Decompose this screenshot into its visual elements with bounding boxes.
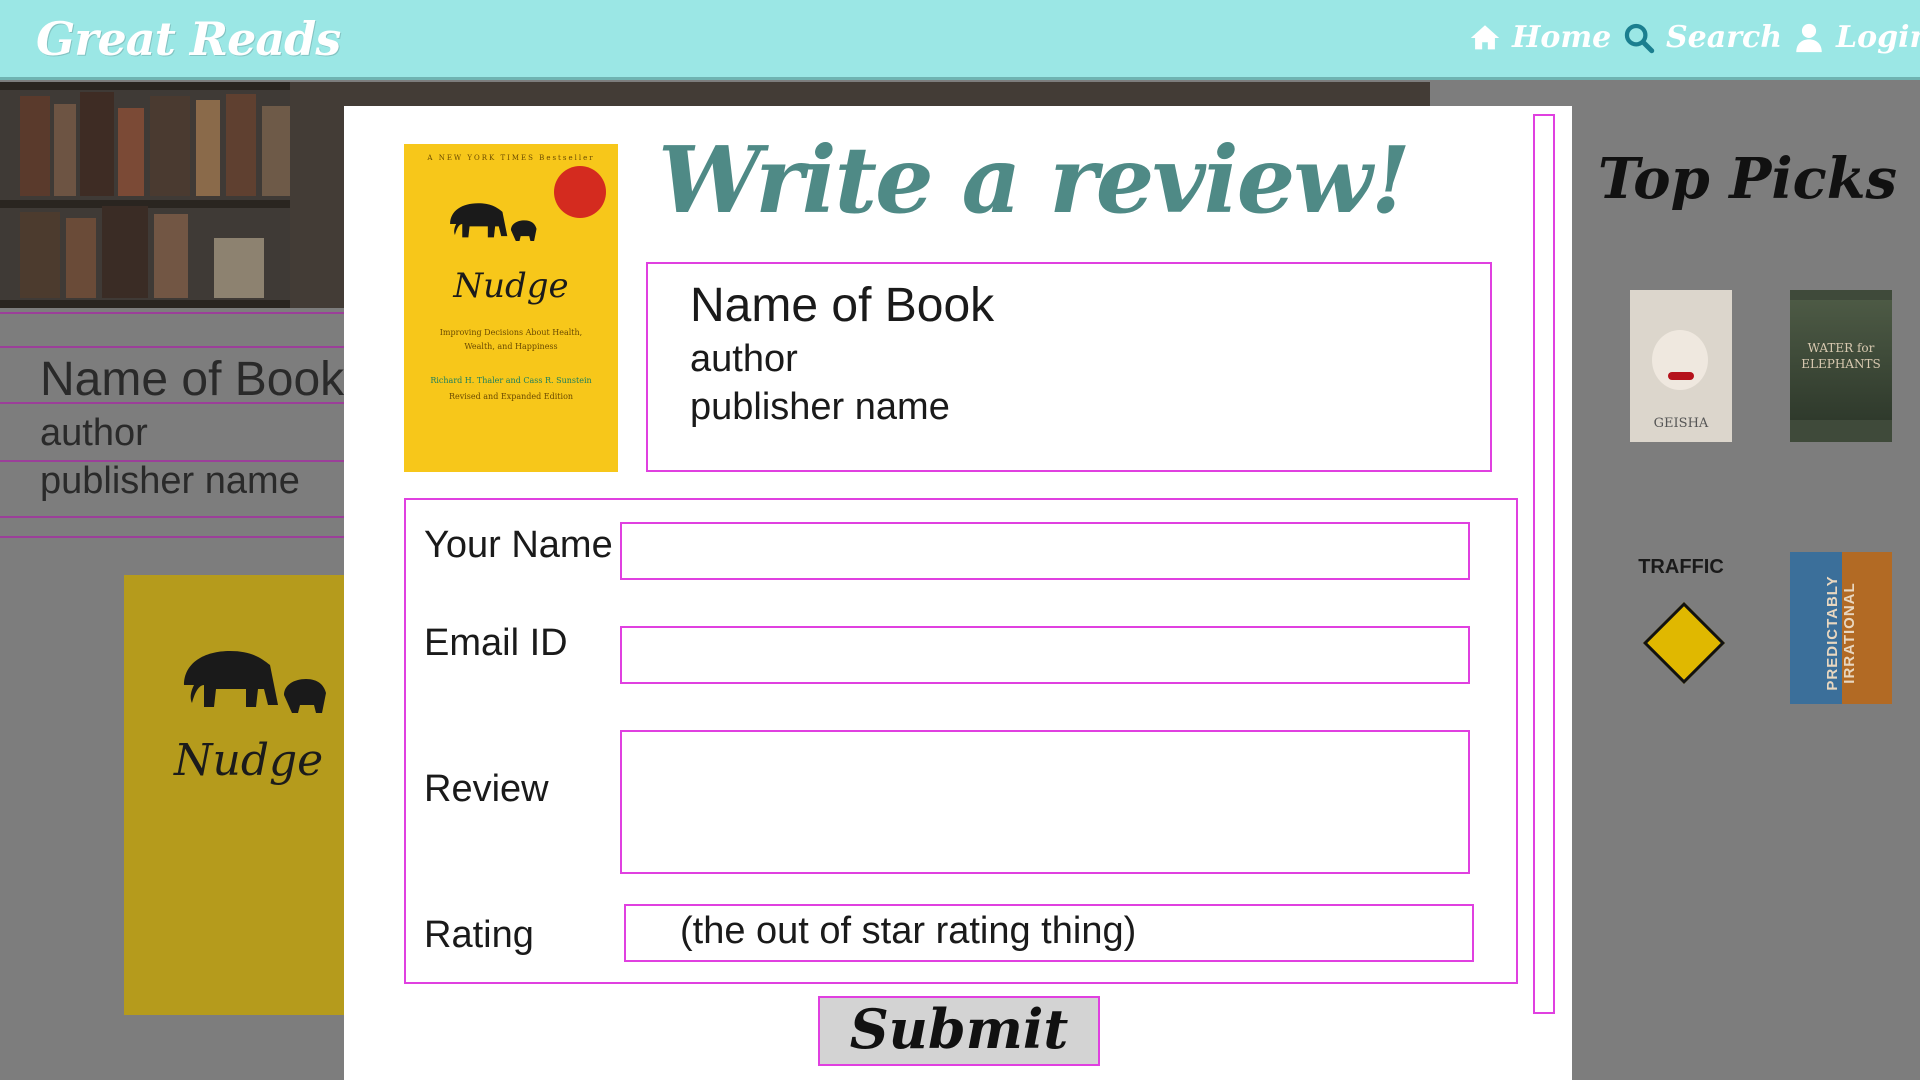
modal-book-info: Name of Book author publisher name (646, 262, 1492, 472)
modal-book-publisher: publisher name (690, 386, 950, 428)
review-form: Your Name Email ID Review Rating (the ou… (404, 498, 1518, 984)
cover-edition: Revised and Expanded Edition (448, 392, 574, 401)
top-navigation-bar: Great Reads Home Search Login (0, 0, 1920, 80)
book-name: Name of Book (40, 353, 345, 406)
modal-book-author: author (690, 338, 798, 380)
book-author: author (40, 412, 148, 454)
brand-logo[interactable]: Great Reads (36, 12, 341, 66)
book-publisher: publisher name (40, 460, 300, 502)
cover-subtitle: Improving Decisions About Health, Wealth… (439, 328, 583, 351)
nav-search-label: Search (1666, 20, 1783, 55)
top-pick-4-title: PREDICTABLY IRRATIONAL (1824, 575, 1858, 691)
email-id-label: Email ID (424, 622, 568, 664)
your-name-label: Your Name (424, 524, 613, 566)
email-id-input[interactable] (620, 626, 1470, 684)
modal-heading: Write a review! (658, 126, 1411, 234)
search-icon (1624, 23, 1655, 53)
home-icon (1470, 24, 1500, 49)
bg-cover-title: Nudge (174, 735, 324, 786)
modal-book-cover: A NEW YORK TIMES Bestseller Nudge Improv… (404, 144, 618, 472)
top-pick-2-title: WATER for ELEPHANTS (1801, 341, 1881, 371)
cover-authors: Richard H. Thaler and Cass R. Sunstein (430, 376, 592, 385)
nav-search-link[interactable]: Search (1622, 20, 1782, 55)
review-modal: A NEW YORK TIMES Bestseller Nudge Improv… (344, 106, 1572, 1080)
top-pick-book-3[interactable]: TRAFFIC (1630, 552, 1732, 704)
nav-login-label: Login (1836, 20, 1920, 55)
user-icon (1796, 23, 1822, 52)
top-pick-book-1[interactable]: GEISHA (1630, 290, 1732, 442)
review-label: Review (424, 768, 549, 810)
elephant-icon (184, 651, 326, 713)
cover-title: Nudge (453, 266, 569, 306)
nav-login-link[interactable]: Login (1792, 20, 1920, 55)
book-cover-image: Nudge (124, 575, 354, 1015)
top-pick-1-title: GEISHA (1653, 416, 1709, 431)
cover-bestseller-text: A NEW YORK TIMES Bestseller (427, 154, 595, 162)
modal-scrollbar[interactable] (1533, 114, 1555, 1014)
elephant-icon (450, 203, 537, 242)
top-pick-3-title: TRAFFIC (1638, 556, 1724, 578)
review-textarea[interactable] (620, 730, 1470, 874)
your-name-input[interactable] (620, 522, 1470, 580)
nav-home-link[interactable]: Home (1468, 20, 1611, 55)
star-rating-input[interactable]: (the out of star rating thing) (624, 904, 1474, 962)
submit-button[interactable]: Submit (818, 996, 1100, 1066)
top-pick-book-4[interactable]: PREDICTABLY IRRATIONAL (1790, 552, 1892, 704)
rating-label: Rating (424, 914, 534, 956)
nav-home-label: Home (1512, 20, 1612, 55)
top-pick-book-2[interactable]: WATER for ELEPHANTS (1790, 290, 1892, 442)
top-picks-heading: Top Picks (1598, 146, 1898, 212)
modal-book-name: Name of Book (690, 279, 995, 332)
